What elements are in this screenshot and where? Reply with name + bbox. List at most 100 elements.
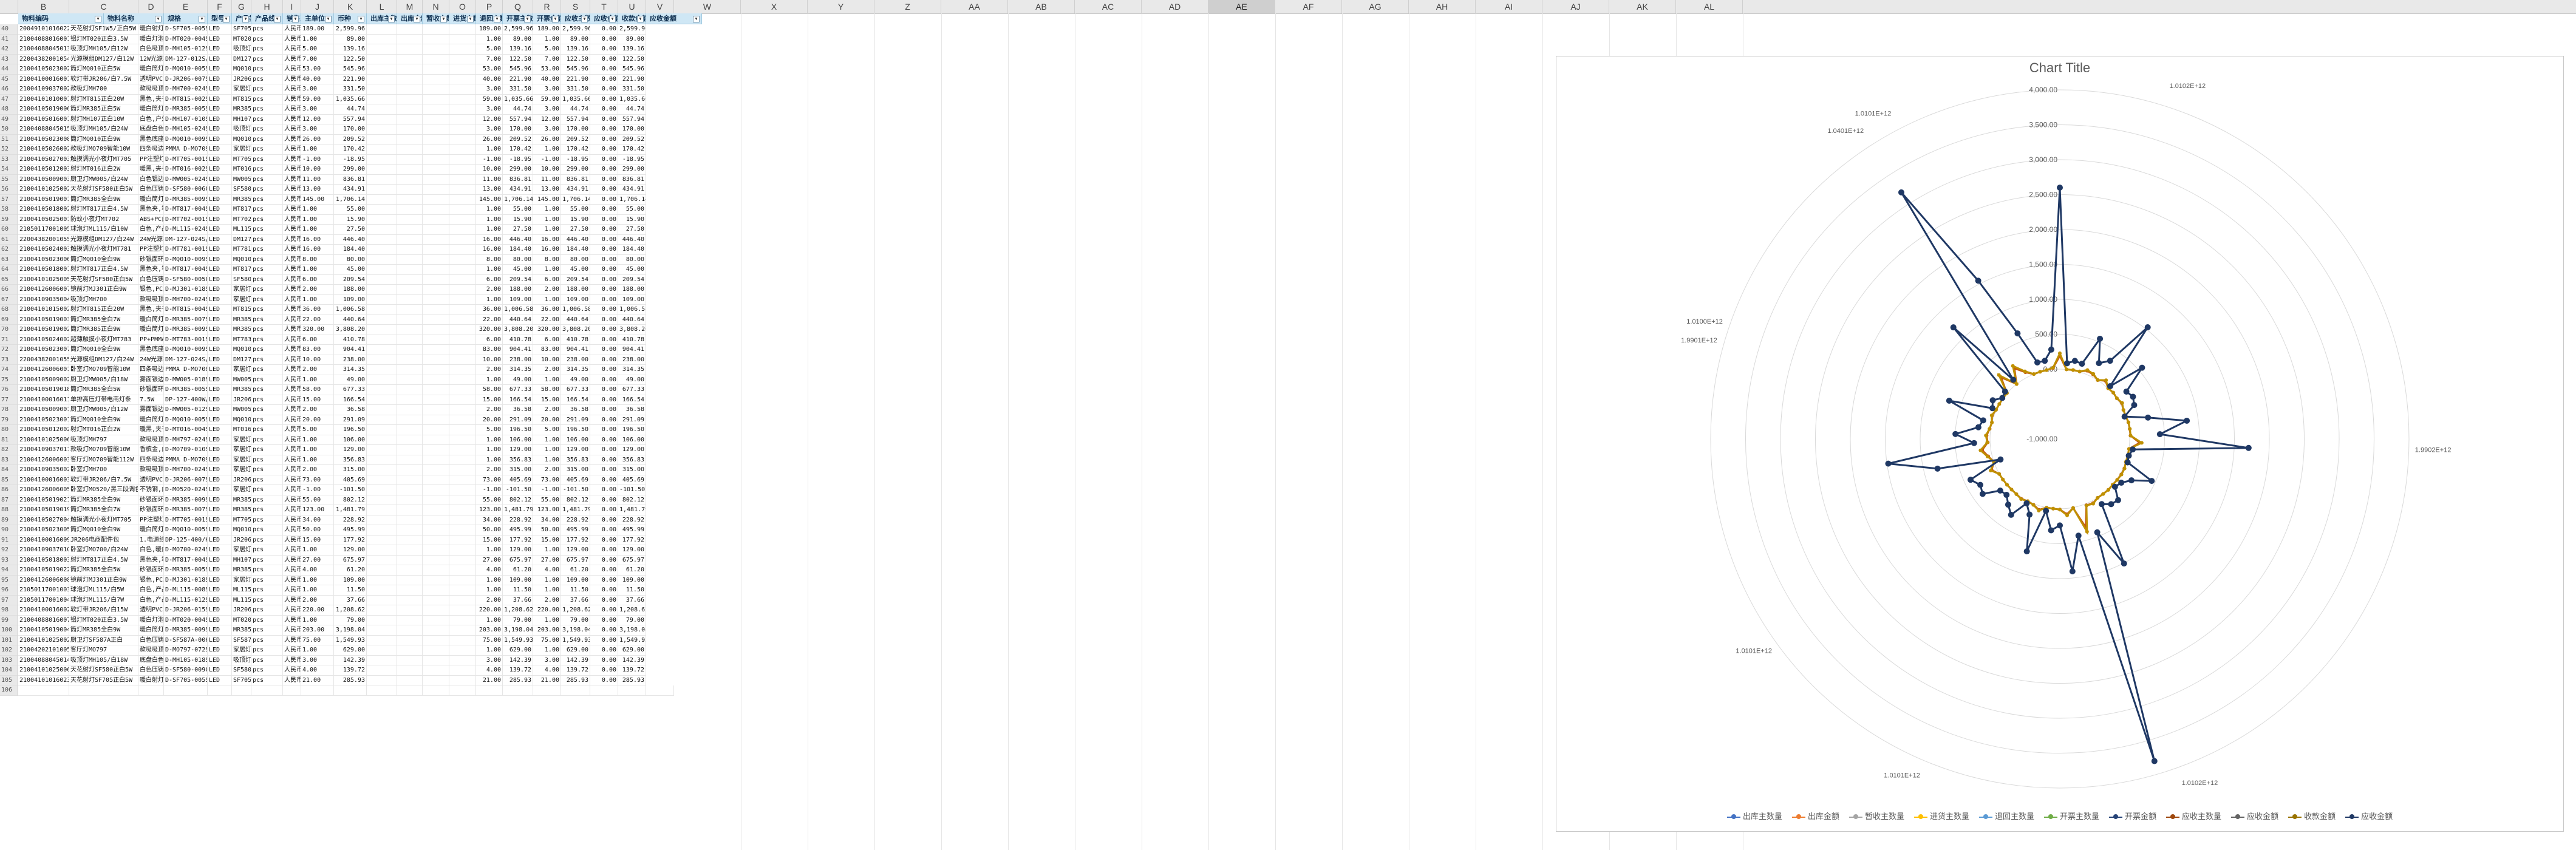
table-cell[interactable]: 177.92	[503, 535, 533, 545]
row-number[interactable]: 82	[0, 445, 18, 455]
table-cell[interactable]	[449, 385, 476, 395]
table-cell[interactable]	[397, 285, 423, 295]
table-cell[interactable]	[397, 94, 423, 104]
table-cell[interactable]: 285.93	[334, 675, 367, 685]
table-cell[interactable]: 49.00	[618, 375, 646, 385]
table-cell[interactable]: 筒灯MR385全白5W	[69, 565, 138, 576]
table-cell[interactable]: 21004109037011	[18, 445, 69, 455]
table-cell[interactable]	[449, 94, 476, 104]
table-cell[interactable]: 家居灯11201系列	[232, 575, 251, 585]
table-cell[interactable]	[423, 385, 449, 395]
table-cell[interactable]: 家居灯11201系列	[232, 285, 251, 295]
row-number[interactable]: 80	[0, 425, 18, 435]
row-number[interactable]: 64	[0, 265, 18, 275]
table-cell[interactable]: 0.00	[590, 234, 618, 245]
table-cell[interactable]: 人民币	[283, 425, 301, 435]
table-cell[interactable]: 0.00	[590, 84, 618, 95]
table-cell[interactable]: 36.00	[301, 305, 334, 315]
table-cell[interactable]: 314.35	[561, 365, 590, 375]
table-cell[interactable]: 人民币	[283, 525, 301, 536]
table-cell[interactable]	[449, 64, 476, 75]
table-cell[interactable]: 36.58	[334, 405, 367, 415]
table-cell[interactable]: 21004109035002	[18, 465, 69, 475]
table-cell[interactable]: 人民币	[283, 665, 301, 676]
table-cell[interactable]	[449, 625, 476, 636]
table-cell[interactable]: -1.00	[476, 154, 503, 165]
table-cell[interactable]: 0.00	[590, 345, 618, 355]
table-cell[interactable]: 3.00	[533, 104, 561, 115]
table-cell[interactable]	[423, 675, 449, 685]
table-cell[interactable]	[397, 84, 423, 95]
table-cell[interactable]: pcs	[251, 185, 283, 195]
table-cell[interactable]: 629.00	[561, 645, 590, 656]
table-cell[interactable]: 209.52	[334, 134, 367, 144]
table-cell[interactable]: -1.00	[533, 154, 561, 165]
table-cell[interactable]	[423, 645, 449, 656]
table-cell[interactable]: 1.00	[476, 435, 503, 445]
table-cell[interactable]	[449, 595, 476, 605]
table-cell[interactable]: 0.00	[590, 495, 618, 505]
table-cell[interactable]: 1,035.66	[334, 94, 367, 104]
table-cell[interactable]: 人民币	[283, 625, 301, 636]
table-cell[interactable]: pcs	[251, 575, 283, 585]
table-cell[interactable]: 21004101010001	[18, 94, 69, 104]
table-cell[interactable]: 白色铝边框	[138, 174, 164, 185]
table-cell[interactable]: 家居灯11201系列	[232, 365, 251, 375]
table-cell[interactable]: 吸顶灯MH105/白12W	[69, 44, 138, 55]
table-cell[interactable]: 1.00	[533, 575, 561, 585]
table-cell[interactable]: 209.54	[334, 274, 367, 285]
header-cell[interactable]: 应收金额 ▾	[646, 13, 702, 24]
table-cell[interactable]: 209.54	[561, 274, 590, 285]
table-cell[interactable]	[449, 515, 476, 525]
table-cell[interactable]: 139.72	[334, 665, 367, 676]
table-cell[interactable]: 筒灯MQ010正白5W	[69, 64, 138, 75]
table-cell[interactable]: 55.00	[561, 205, 590, 215]
table-cell[interactable]: 4.00	[476, 565, 503, 576]
table-cell[interactable]	[449, 415, 476, 425]
table-cell[interactable]: 黑色底座	[138, 134, 164, 144]
row-number[interactable]: 52	[0, 144, 18, 155]
table-cell[interactable]: 629.00	[503, 645, 533, 656]
table-cell[interactable]: 3.00	[533, 655, 561, 665]
table-cell[interactable]: 6.00	[476, 274, 503, 285]
table-cell[interactable]: 836.81	[334, 174, 367, 185]
table-cell[interactable]: pcs	[251, 294, 283, 305]
table-cell[interactable]: D-MO700-024S/9米线	[164, 545, 208, 556]
table-cell[interactable]	[397, 385, 423, 395]
table-cell[interactable]	[423, 395, 449, 405]
table-cell[interactable]: 0.00	[590, 104, 618, 115]
table-cell[interactable]: 434.91	[503, 185, 533, 195]
table-cell[interactable]	[397, 545, 423, 556]
table-cell[interactable]: 1,481.79	[618, 505, 646, 515]
table-cell[interactable]: 37.66	[561, 595, 590, 605]
table-cell[interactable]: 暖白筒灯,铝壳	[138, 415, 164, 425]
table-cell[interactable]	[423, 325, 449, 335]
table-cell[interactable]: LED	[208, 505, 232, 515]
table-cell[interactable]: 1,706.14	[334, 194, 367, 205]
table-cell[interactable]: pcs	[251, 665, 283, 676]
table-cell[interactable]: ML115系列球泡灯	[232, 585, 251, 596]
table-cell[interactable]: 145.00	[533, 194, 561, 205]
table-cell[interactable]: 26.00	[301, 134, 334, 144]
table-cell[interactable]: 21004105009002	[18, 375, 69, 385]
table-cell[interactable]	[397, 415, 423, 425]
table-cell[interactable]: 筒灯MR385全白5W	[69, 385, 138, 395]
table-cell[interactable]	[367, 64, 397, 75]
table-cell[interactable]: 315.00	[503, 465, 533, 475]
table-cell[interactable]: pcs	[251, 274, 283, 285]
table-cell[interactable]: pcs	[251, 455, 283, 465]
table-cell[interactable]: 0.00	[590, 74, 618, 84]
table-cell[interactable]: 3.00	[476, 655, 503, 665]
table-cell[interactable]: 177.92	[618, 535, 646, 545]
table-cell[interactable]	[423, 254, 449, 265]
table-cell[interactable]: 170.42	[334, 144, 367, 155]
table-cell[interactable]: PP注塑灯体	[138, 515, 164, 525]
table-cell[interactable]: 802.12	[334, 495, 367, 505]
table-cell[interactable]: 189.00	[301, 24, 334, 35]
table-cell[interactable]: 白色压铸铝面环	[138, 185, 164, 195]
table-cell[interactable]: 184.40	[503, 245, 533, 255]
table-cell[interactable]: 21004105024002	[18, 335, 69, 345]
table-cell[interactable]: -101.50	[334, 485, 367, 495]
table-cell[interactable]: D-ML115-008S/12米线	[164, 585, 208, 596]
table-cell[interactable]: 人民币	[283, 475, 301, 485]
